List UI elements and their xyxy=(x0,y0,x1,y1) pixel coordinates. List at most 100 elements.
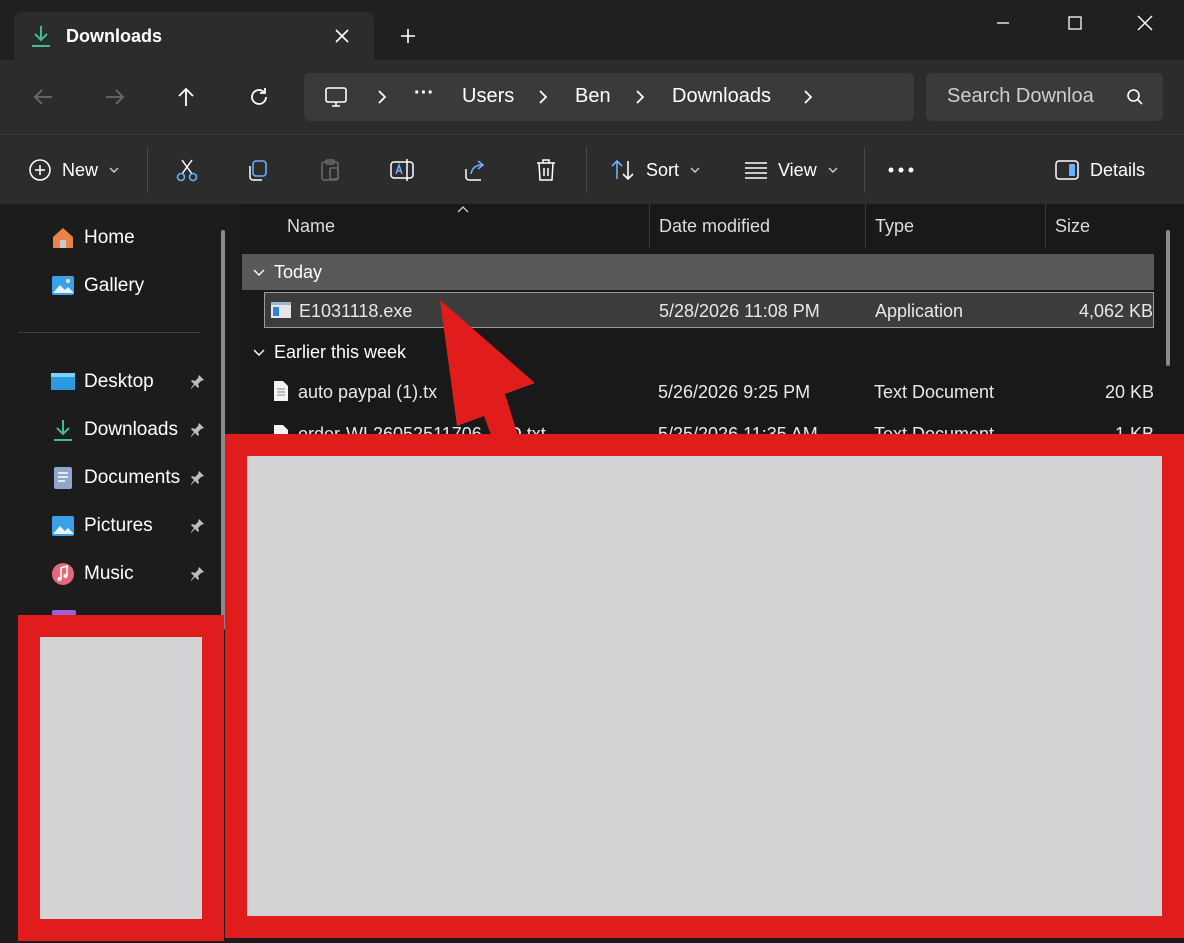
sidebar-item-gallery[interactable]: Gallery xyxy=(50,266,144,306)
text-file-icon xyxy=(272,380,290,402)
copy-icon[interactable] xyxy=(240,152,276,188)
pin-icon[interactable] xyxy=(188,373,206,391)
sort-ascending-icon xyxy=(456,204,470,214)
pin-icon[interactable] xyxy=(188,469,206,487)
back-arrow-icon[interactable] xyxy=(26,80,60,114)
paste-icon[interactable] xyxy=(312,152,348,188)
pictures-folder-icon xyxy=(50,513,76,539)
chevron-right-icon[interactable] xyxy=(533,87,553,107)
group-header-today[interactable]: Today xyxy=(242,254,1154,290)
maximize-icon[interactable] xyxy=(1052,10,1098,36)
refresh-icon[interactable] xyxy=(242,80,276,114)
column-divider[interactable] xyxy=(865,204,866,248)
sort-button[interactable]: Sort xyxy=(610,149,701,191)
sidebar-item-label: Gallery xyxy=(84,275,145,296)
file-size: 1 KB xyxy=(1114,424,1154,434)
table-row[interactable]: auto paypal (1).tx 5/26/2026 9:25 PM Tex… xyxy=(264,374,1154,410)
sidebar-item-label: Music xyxy=(84,563,134,584)
navigation-bar: ··· Users Ben Downloads xyxy=(0,60,1184,134)
table-row[interactable]: order-WL26052511706...XD.txt 5/25/2026 1… xyxy=(264,416,1154,434)
pin-icon[interactable] xyxy=(188,565,206,583)
more-icon[interactable] xyxy=(883,152,919,188)
chevron-right-icon[interactable] xyxy=(372,87,392,107)
new-button[interactable]: New xyxy=(28,149,120,191)
chevron-right-icon[interactable] xyxy=(798,87,818,107)
search-icon[interactable] xyxy=(1126,88,1144,106)
details-label: Details xyxy=(1090,159,1146,180)
file-list-scrollbar[interactable] xyxy=(1166,230,1170,366)
details-button[interactable]: Details xyxy=(1054,149,1145,191)
view-label: View xyxy=(778,159,817,180)
breadcrumb-overflow[interactable]: ··· xyxy=(414,82,434,105)
pin-icon[interactable] xyxy=(188,421,206,439)
column-header-size[interactable]: Size xyxy=(1055,216,1090,237)
chevron-down-icon xyxy=(252,345,266,359)
column-divider[interactable] xyxy=(649,204,650,248)
sidebar-item-label: Downloads xyxy=(84,419,178,440)
forward-arrow-icon[interactable] xyxy=(98,80,132,114)
plus-circle-icon xyxy=(28,158,52,182)
group-header-earlier-this-week[interactable]: Earlier this week xyxy=(242,334,1154,370)
column-divider[interactable] xyxy=(1045,204,1046,248)
close-window-icon[interactable] xyxy=(1122,10,1168,36)
breadcrumb-ben[interactable]: Ben xyxy=(575,85,611,108)
home-icon xyxy=(50,225,76,251)
search-box[interactable] xyxy=(926,73,1163,121)
file-type: Text Document xyxy=(874,382,995,402)
details-pane-icon xyxy=(1054,159,1080,181)
pin-icon[interactable] xyxy=(188,517,206,535)
sidebar-item-downloads[interactable]: Downloads xyxy=(50,410,178,450)
group-label: Earlier this week xyxy=(274,341,407,362)
share-icon[interactable] xyxy=(457,152,493,188)
desktop-folder-icon xyxy=(50,370,76,394)
application-icon xyxy=(270,300,292,320)
address-bar[interactable]: ··· Users Ben Downloads xyxy=(304,73,914,121)
search-input[interactable] xyxy=(947,85,1117,108)
redaction-box-file-list xyxy=(225,434,1184,938)
chevron-right-icon[interactable] xyxy=(630,87,650,107)
divider xyxy=(147,147,148,193)
sort-label: Sort xyxy=(646,159,680,180)
this-pc-icon[interactable] xyxy=(324,85,348,109)
sidebar-item-documents[interactable]: Documents xyxy=(50,458,180,498)
rename-icon[interactable] xyxy=(384,152,420,188)
close-tab-icon[interactable] xyxy=(330,24,354,48)
divider xyxy=(864,147,865,193)
tab-downloads[interactable]: Downloads xyxy=(14,12,374,60)
sidebar-item-desktop[interactable]: Desktop xyxy=(50,362,154,402)
file-name: order-WL26052511706...XD.txt xyxy=(298,424,546,434)
column-header-type[interactable]: Type xyxy=(875,216,914,237)
music-folder-icon xyxy=(50,561,76,587)
cut-icon[interactable] xyxy=(169,152,205,188)
file-size: 20 KB xyxy=(1104,382,1154,402)
file-date: 5/28/2026 11:08 PM xyxy=(659,301,820,321)
column-header-date[interactable]: Date modified xyxy=(659,216,770,237)
sidebar-item-label: Home xyxy=(84,227,135,248)
breadcrumb-users[interactable]: Users xyxy=(462,85,514,108)
view-list-icon xyxy=(744,160,768,180)
download-icon xyxy=(30,24,52,48)
up-arrow-icon[interactable] xyxy=(169,80,203,114)
gallery-icon xyxy=(50,273,76,299)
chevron-down-icon xyxy=(108,164,120,176)
tab-title: Downloads xyxy=(66,26,163,46)
sidebar-divider xyxy=(18,332,200,333)
sidebar-item-music[interactable]: Music xyxy=(50,554,134,594)
table-row[interactable]: E1031118.exe 5/28/2026 11:08 PM Applicat… xyxy=(264,292,1154,328)
divider xyxy=(586,147,587,193)
breadcrumb-downloads[interactable]: Downloads xyxy=(672,85,771,108)
file-size: 4,062 KB xyxy=(1078,301,1153,321)
redaction-box-sidebar xyxy=(18,615,224,941)
command-bar: New Sort View Details xyxy=(0,134,1184,204)
sidebar-item-home[interactable]: Home xyxy=(50,218,135,258)
new-tab-icon[interactable] xyxy=(396,24,420,48)
chevron-down-icon xyxy=(252,265,266,279)
view-button[interactable]: View xyxy=(744,149,839,191)
column-header-name[interactable]: Name xyxy=(287,216,335,237)
chevron-down-icon xyxy=(827,164,839,176)
file-name: auto paypal (1).tx xyxy=(298,382,438,402)
minimize-icon[interactable] xyxy=(980,10,1026,36)
file-date: 5/25/2026 11:35 AM xyxy=(658,424,818,434)
sidebar-item-pictures[interactable]: Pictures xyxy=(50,506,153,546)
delete-icon[interactable] xyxy=(528,152,564,188)
